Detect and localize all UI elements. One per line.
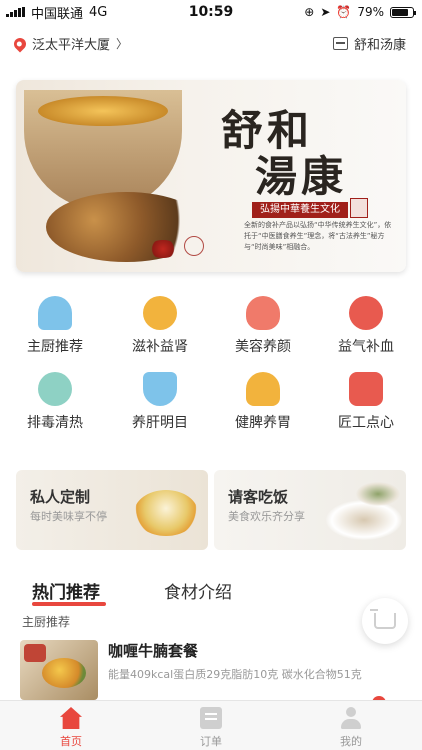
- category-label: 主厨推荐: [27, 339, 83, 355]
- brand-calligraphy: 舒和 湯康: [221, 108, 381, 200]
- nav-label: 我的: [340, 735, 362, 748]
- store-icon: [332, 37, 348, 50]
- cart-button[interactable]: [362, 598, 408, 644]
- battery-icon: [390, 6, 416, 18]
- order-icon: [200, 707, 222, 729]
- chef-hat-icon: [38, 296, 72, 330]
- category-label: 排毒清热: [27, 415, 83, 431]
- location-label: 泛太平洋大厦: [32, 38, 111, 53]
- nav-label: 订单: [200, 735, 222, 748]
- cart-icon: [370, 609, 396, 629]
- category-label: 健脾养胃: [235, 415, 291, 431]
- location-header: 泛太平洋大厦 〉 舒和汤康: [0, 30, 422, 58]
- battery-fill: [392, 8, 408, 16]
- food-name: 咖喱牛腩套餐: [108, 642, 199, 660]
- store-selector[interactable]: 舒和汤康: [332, 34, 406, 53]
- active-tab-indicator: [32, 602, 106, 606]
- promo-subtitle: 美食欢乐齐分享: [228, 510, 305, 523]
- category-stomach[interactable]: 健脾养胃: [213, 372, 313, 432]
- brand-line-2: 湯康: [255, 152, 348, 201]
- woman-face-icon: [246, 296, 280, 330]
- category-kidney[interactable]: 滋补益肾: [110, 296, 210, 356]
- chevron-right-icon: 〉: [116, 37, 129, 51]
- tab-ingredients[interactable]: 食材介绍: [164, 578, 232, 603]
- battery-percent: 79%: [357, 5, 384, 19]
- dessert-icon: [349, 372, 383, 406]
- banner-blurb: 全新的食补产品以弘扬“中华传统养生文化”，依托于“中医膳食养生”理念，将“古法养…: [244, 221, 392, 251]
- curry-bowl-image: [42, 658, 86, 688]
- herbs-image: [46, 192, 206, 262]
- red-seal-icon: [350, 198, 368, 218]
- promo-bowl-image: [134, 490, 198, 536]
- cup-image: [24, 644, 46, 662]
- food-nutrition: 能量409kcal蛋白质29克脂肪10克 碳水化合物51克: [108, 668, 362, 681]
- location-selector[interactable]: 泛太平洋大厦 〉: [11, 34, 129, 53]
- category-label: 美容养颜: [235, 339, 291, 355]
- food-thumbnail: [20, 640, 98, 700]
- tea-cup-icon: [143, 372, 177, 406]
- category-beauty[interactable]: 美容养颜: [213, 296, 313, 356]
- promo-plate-image: [356, 482, 400, 506]
- category-detox[interactable]: 排毒清热: [5, 372, 105, 432]
- category-label: 匠工点心: [338, 415, 394, 431]
- content-tabs: 热门推荐 食材介绍: [0, 578, 422, 608]
- blood-bowl-icon: [349, 296, 383, 330]
- stamp-seal-icon: [184, 236, 204, 256]
- nav-profile[interactable]: 我的: [316, 707, 386, 749]
- promo-plate-image: [326, 500, 402, 540]
- category-liver[interactable]: 养肝明目: [110, 372, 210, 432]
- soup-bowl-icon: [143, 296, 177, 330]
- category-chef-recommend[interactable]: 主厨推荐: [5, 296, 105, 356]
- alarm-icon: ⏰: [336, 5, 352, 19]
- nav-home[interactable]: 首页: [36, 707, 106, 749]
- promo-title: 私人定制: [30, 488, 91, 506]
- category-dessert[interactable]: 匠工点心: [316, 372, 416, 432]
- lock-rotation-icon: ⊕: [304, 5, 315, 19]
- status-right: ⊕ ➤ ⏰ 79%: [304, 5, 416, 19]
- soup-surface-image: [38, 96, 168, 126]
- promo-private-custom[interactable]: 私人定制 每时美味享不停: [16, 470, 208, 550]
- promo-title: 请客吃饭: [228, 488, 289, 506]
- promo-treat-guests[interactable]: 请客吃饭 美食欢乐齐分享: [214, 470, 406, 550]
- banner-slogan: 弘揚中華養生文化: [252, 202, 348, 218]
- list-item[interactable]: 咖喱牛腩套餐 能量409kcal蛋白质29克脂肪10克 碳水化合物51克: [20, 640, 410, 700]
- home-icon: [60, 707, 82, 729]
- category-label: 滋补益肾: [132, 339, 188, 355]
- category-label: 益气补血: [338, 339, 394, 355]
- location-pin-icon: [11, 35, 29, 52]
- location-arrow-icon: ➤: [320, 5, 331, 19]
- status-bar: 中国联通 4G 10:59 ⊕ ➤ ⏰ 79%: [0, 0, 422, 24]
- promo-subtitle: 每时美味享不停: [30, 510, 107, 523]
- store-name: 舒和汤康: [353, 38, 406, 53]
- goji-berries-image: [148, 240, 178, 258]
- profile-icon: [340, 707, 362, 729]
- bottom-nav: 首页 订单 我的: [0, 700, 422, 750]
- tab-hot[interactable]: 热门推荐: [32, 578, 100, 603]
- tea-bowl-icon: [38, 372, 72, 406]
- nav-label: 首页: [60, 735, 82, 748]
- brand-line-1: 舒和: [221, 106, 314, 155]
- meditation-icon: [246, 372, 280, 406]
- category-label: 养肝明目: [132, 415, 188, 431]
- section-label: 主厨推荐: [22, 615, 71, 629]
- hero-banner[interactable]: 舒和 湯康 弘揚中華養生文化 全新的食补产品以弘扬“中华传统养生文化”，依托于“…: [16, 80, 406, 272]
- nav-orders[interactable]: 订单: [176, 707, 246, 749]
- category-blood[interactable]: 益气补血: [316, 296, 416, 356]
